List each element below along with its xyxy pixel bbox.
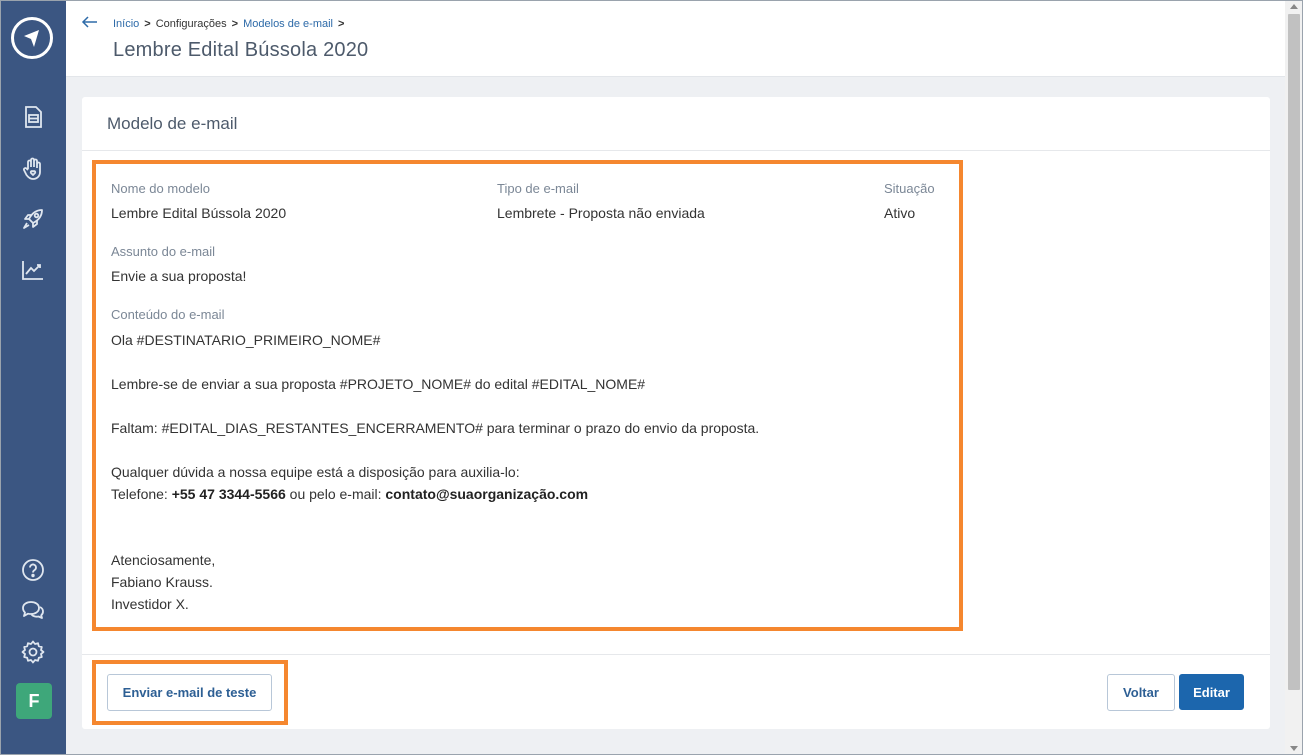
divider — [82, 654, 1270, 655]
edit-button[interactable]: Editar — [1179, 674, 1244, 710]
content-line: Lembre-se de enviar a sua proposta #PROJ… — [111, 376, 646, 392]
gear-icon[interactable] — [19, 638, 47, 666]
help-icon[interactable] — [19, 556, 47, 584]
phone-prefix: Telefone: — [111, 486, 172, 502]
template-name-label: Nome do modelo — [111, 181, 210, 196]
subject-value: Envie a sua proposta! — [111, 268, 247, 284]
contact-email: contato@suaorganização.com — [385, 486, 589, 502]
status-label: Situação — [884, 181, 935, 196]
email-type-value: Lembrete - Proposta não enviada — [497, 205, 705, 221]
breadcrumb-home[interactable]: Início — [113, 18, 139, 30]
email-type-label: Tipo de e-mail — [497, 181, 579, 196]
card-title: Modelo de e-mail — [107, 114, 238, 133]
scrollbar[interactable] — [1285, 0, 1303, 755]
template-name-value: Lembre Edital Bússola 2020 — [111, 205, 287, 221]
chart-icon[interactable] — [19, 256, 47, 284]
scroll-thumb[interactable] — [1288, 14, 1300, 690]
content-label: Conteúdo do e-mail — [111, 307, 225, 322]
status-value: Ativo — [884, 205, 916, 221]
page-header: Início > Configurações > Modelos de e-ma… — [66, 0, 1285, 77]
contact-line: Telefone: +55 47 3344-5566 ou pelo e-mai… — [111, 483, 931, 505]
page-title: Lembre Edital Bússola 2020 — [113, 39, 369, 61]
breadcrumb-email-templates[interactable]: Modelos de e-mail — [243, 18, 333, 30]
subject-label: Assunto do e-mail — [111, 244, 216, 259]
document-icon[interactable] — [19, 103, 47, 131]
user-avatar[interactable]: F — [16, 683, 52, 719]
breadcrumb-separator: > — [337, 18, 345, 30]
phone-number: +55 47 3344-5566 — [171, 486, 286, 502]
content-line: Faltam: #EDITAL_DIAS_RESTANTES_ENCERRAME… — [111, 420, 760, 436]
signature-line: Fabiano Krauss. — [111, 574, 213, 590]
scroll-down-arrow-icon[interactable] — [1290, 746, 1298, 751]
breadcrumb-settings[interactable]: Configurações — [156, 18, 227, 30]
logo-icon[interactable] — [11, 17, 53, 59]
send-test-email-button[interactable]: Enviar e-mail de teste — [107, 674, 272, 711]
hand-heart-icon[interactable] — [19, 155, 47, 183]
email-content: Ola #DESTINATARIO_PRIMEIRO_NOME# Lembre-… — [111, 329, 931, 615]
divider — [82, 150, 1270, 151]
content-line: Qualquer dúvida a nossa equipe está a di… — [111, 464, 520, 480]
back-arrow-icon[interactable] — [80, 14, 100, 30]
rocket-icon[interactable] — [19, 205, 47, 233]
scroll-up-arrow-icon[interactable] — [1290, 4, 1298, 9]
breadcrumb-separator: > — [231, 18, 239, 30]
back-button[interactable]: Voltar — [1107, 674, 1175, 711]
sidebar: F — [0, 0, 66, 755]
signature-line: Atenciosamente, — [111, 552, 216, 568]
breadcrumb: Início > Configurações > Modelos de e-ma… — [113, 18, 349, 30]
content-line: Ola #DESTINATARIO_PRIMEIRO_NOME# — [111, 332, 381, 348]
chat-icon[interactable] — [19, 596, 47, 624]
signature-line: Investidor X. — [111, 596, 189, 612]
breadcrumb-separator: > — [144, 18, 151, 30]
email-prefix: ou pelo e-mail: — [285, 486, 386, 502]
